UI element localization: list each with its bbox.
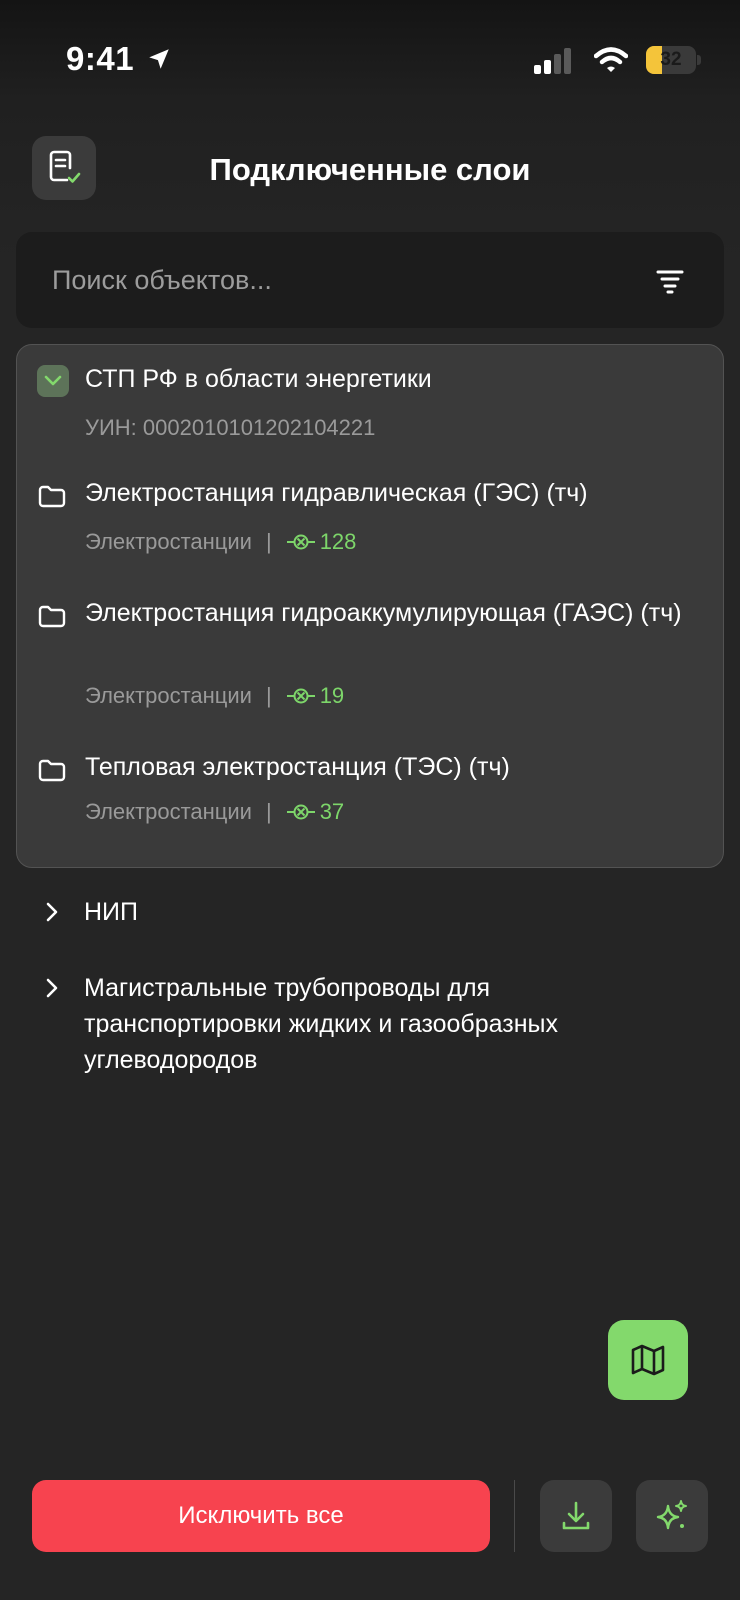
battery-cap [697, 55, 701, 65]
download-button[interactable] [540, 1480, 612, 1552]
layer-meta: Электростанции | 19 [85, 683, 344, 709]
chevron-right-icon [46, 978, 58, 998]
screen: 9:41 32 Подключенные слои Поиск объектов… [0, 0, 740, 1600]
object-count-icon [286, 534, 315, 550]
object-count-icon [286, 804, 315, 820]
layer-title: Электростанция гидравлическая (ГЭС) (тч) [85, 479, 588, 507]
location-arrow-icon [149, 49, 169, 69]
cellular-signal-icon [534, 48, 571, 74]
group-title[interactable]: СТП РФ в области энергетики [85, 365, 432, 394]
page-title: Подключенные слои [209, 152, 531, 187]
group-toggle-checkbox[interactable] [37, 365, 69, 397]
battery-body: 32 [646, 46, 696, 74]
meta-separator: | [265, 683, 272, 708]
sparkle-button[interactable] [636, 1480, 708, 1552]
map-button[interactable] [608, 1320, 688, 1400]
checklist-icon [49, 150, 81, 183]
layer-title: Тепловая электростанция (ТЭС) (тч) [85, 753, 510, 781]
download-icon [562, 1501, 590, 1530]
folder-icon [38, 759, 66, 782]
exclude-all-button[interactable]: Исключить все [32, 1480, 490, 1552]
layer-group-expanded: СТП РФ в области энергетики УИН: 0002010… [16, 344, 724, 868]
chevron-down-icon [44, 375, 62, 386]
search-box [16, 232, 724, 328]
meta-separator: | [265, 529, 272, 554]
layer-category: Электростанции [85, 799, 252, 824]
filter-button[interactable] [652, 262, 688, 298]
layer-title: Электростанция гидроаккумулирующая (ГАЭС… [85, 599, 682, 627]
folder-icon [38, 485, 66, 508]
group-uin: УИН: 0002010101202104221 [85, 415, 376, 440]
wifi-icon [594, 47, 628, 72]
layer-category: Электростанции [85, 529, 252, 554]
layer-meta: Электростанции | 128 [85, 529, 356, 555]
search-input[interactable] [52, 258, 612, 302]
object-count: 37 [319, 799, 345, 824]
map-icon [631, 1344, 665, 1376]
meta-separator: | [265, 799, 272, 824]
collapsed-group-title: НИП [84, 898, 138, 926]
status-bar: 9:41 32 [0, 0, 740, 120]
chevron-right-icon [46, 902, 58, 922]
folder-icon [38, 605, 66, 628]
checklist-button[interactable] [32, 136, 96, 200]
sparkle-icon [656, 1500, 687, 1530]
filter-icon [656, 270, 684, 294]
bottom-divider [514, 1480, 515, 1552]
layer-meta: Электростанции | 37 [85, 799, 344, 825]
layer-category: Электростанции [85, 683, 252, 708]
collapsed-group-title: Магистральные трубопроводы для транспорт… [84, 974, 559, 1074]
battery-indicator: 32 [646, 46, 701, 74]
battery-percent: 32 [660, 49, 682, 70]
object-count: 128 [319, 529, 357, 554]
status-time: 9:41 [66, 40, 135, 77]
object-count: 19 [319, 683, 345, 708]
object-count-icon [286, 688, 315, 704]
